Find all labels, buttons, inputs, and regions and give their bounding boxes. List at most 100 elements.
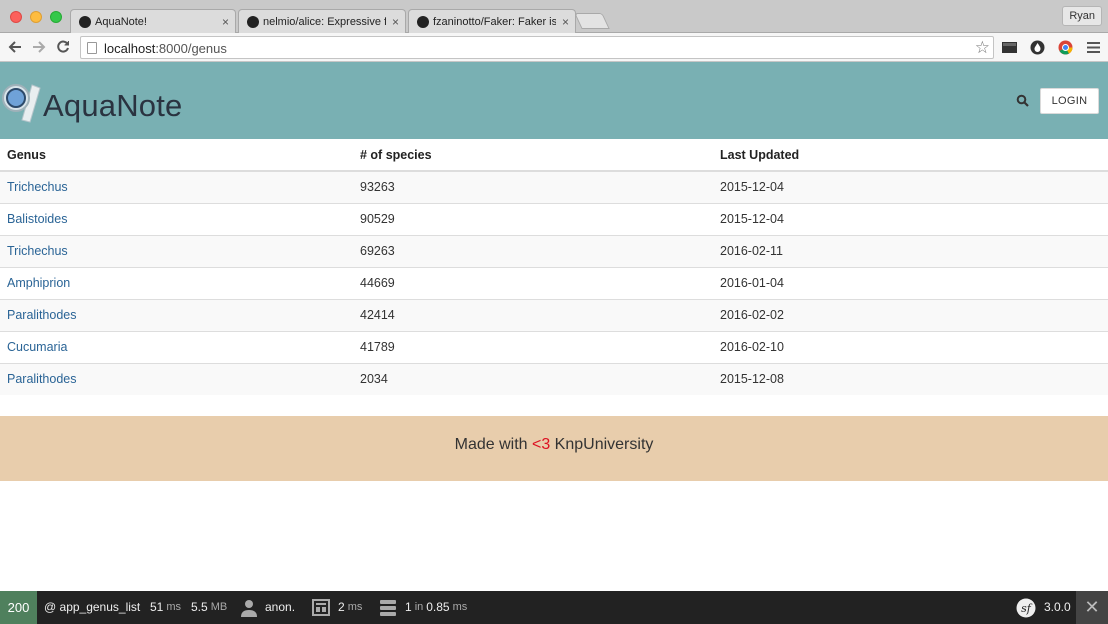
genus-link[interactable]: Trichechus <box>7 244 68 258</box>
symfony-version[interactable]: sf 3.0.0 <box>1016 591 1071 624</box>
twig-render[interactable]: 2 ms <box>312 591 362 624</box>
memory-value: 5.5 <box>191 600 208 614</box>
table-row: Paralithodes 42414 2016-02-02 <box>0 298 1108 331</box>
last-updated-cell: 2016-02-02 <box>713 298 1108 331</box>
status-code-badge[interactable]: 200 <box>0 591 37 624</box>
request-time[interactable]: 51 ms <box>150 591 181 624</box>
database-queries[interactable]: 1 in 0.85 ms <box>379 591 467 624</box>
template-icon <box>312 599 330 616</box>
symfony-debug-toolbar: 200 @ app_genus_list 51 ms 5.5 MB anon. 2m… <box>0 591 1108 624</box>
last-updated-cell: 2015-12-04 <box>713 202 1108 235</box>
genus-table: Genus # of species Last Updated Trichech… <box>0 139 1108 395</box>
genus-link[interactable]: Paralithodes <box>7 372 77 386</box>
column-header-updated: Last Updated <box>713 139 1108 172</box>
table-row: Trichechus 69263 2016-02-11 <box>0 234 1108 267</box>
security-user[interactable]: anon. <box>241 591 295 624</box>
species-count-cell: 41789 <box>353 330 713 363</box>
login-button[interactable]: LOGIN <box>1040 88 1099 114</box>
tab-genus-list[interactable]: AquaNote! × <box>70 9 236 34</box>
genus-cell: Paralithodes <box>0 362 353 395</box>
request-time-unit: ms <box>166 601 182 613</box>
species-count-cell: 69263 <box>353 234 713 267</box>
url-text: localhost:8000/genus <box>104 41 227 56</box>
db-query-count: 1 <box>405 600 412 614</box>
footer-heart: <3 <box>531 436 551 453</box>
reload-icon <box>57 40 69 53</box>
search-icon[interactable] <box>1016 94 1030 108</box>
request-time-value: 51 <box>150 600 164 614</box>
chrome-extension-icon[interactable] <box>1058 40 1073 55</box>
memory-usage[interactable]: 5.5 MB <box>191 591 227 624</box>
tab-title: fzaninotto/Faker: Faker is a <box>433 16 556 28</box>
profile-button[interactable]: Ryan <box>1062 6 1102 26</box>
genus-cell: Trichechus <box>0 170 353 203</box>
site-footer: Made with <3 KnpUniversity <box>0 416 1108 481</box>
last-updated-cell: 2016-01-04 <box>713 266 1108 299</box>
aquanote-logo-icon[interactable] <box>2 82 42 124</box>
db-in-label: in <box>414 601 424 613</box>
genus-link[interactable]: Amphiprion <box>7 276 70 290</box>
twig-time-unit: ms <box>347 601 363 613</box>
memory-unit: MB <box>210 601 228 613</box>
footer-prefix: Made with <box>454 436 532 453</box>
bookmark-star-icon[interactable]: ☆ <box>975 38 990 58</box>
genus-link[interactable]: Cucumaria <box>7 340 67 354</box>
window-minimize-button[interactable] <box>30 11 42 23</box>
genus-cell: Amphiprion <box>0 266 353 299</box>
address-bar[interactable]: localhost:8000/genus ☆ <box>80 36 994 59</box>
forward-arrow-icon <box>33 41 46 53</box>
species-count-cell: 90529 <box>353 202 713 235</box>
database-icon <box>380 599 396 616</box>
tab-close-icon[interactable]: × <box>222 15 229 29</box>
browser-tabstrip: AquaNote! × nelmio/alice: Expressive fix… <box>0 0 1108 34</box>
symfony-favicon-icon <box>79 16 91 28</box>
table-row: Amphiprion 44669 2016-01-04 <box>0 266 1108 299</box>
symfony-version-number: 3.0.0 <box>1044 600 1071 614</box>
last-updated-cell: 2016-02-10 <box>713 330 1108 363</box>
genus-cell: Paralithodes <box>0 298 353 331</box>
symfony-logo-icon: sf <box>1016 598 1036 617</box>
footer-suffix: KnpUniversity <box>550 436 654 453</box>
new-tab-button[interactable] <box>574 13 610 29</box>
github-icon <box>247 16 259 28</box>
brand-name[interactable]: AquaNote <box>43 88 182 124</box>
window-zoom-button[interactable] <box>50 11 62 23</box>
page-icon <box>87 42 97 54</box>
table-row: Paralithodes 2034 2015-12-08 <box>0 362 1108 395</box>
security-user-name: anon. <box>265 600 296 614</box>
back-button[interactable] <box>5 37 25 57</box>
species-count-cell: 2034 <box>353 362 713 395</box>
tab-faker[interactable]: fzaninotto/Faker: Faker is a × <box>408 9 576 34</box>
species-count-cell: 42414 <box>353 298 713 331</box>
reload-button[interactable] <box>53 37 73 57</box>
tab-alice[interactable]: nelmio/alice: Expressive fix × <box>238 9 406 34</box>
menu-icon[interactable] <box>1086 40 1101 55</box>
table-header-row: Genus # of species Last Updated <box>0 139 1108 172</box>
genus-cell: Cucumaria <box>0 330 353 363</box>
genus-link[interactable]: Paralithodes <box>7 308 77 322</box>
github-icon <box>417 16 429 28</box>
window-close-button[interactable] <box>10 11 22 23</box>
db-time-unit: ms <box>452 601 468 613</box>
forward-button[interactable] <box>29 37 49 57</box>
terminal-extension-icon[interactable] <box>1002 40 1017 55</box>
back-arrow-icon <box>8 41 21 53</box>
genus-link[interactable]: Trichechus <box>7 180 68 194</box>
twig-time-value: 2 <box>338 600 345 614</box>
toolbar-close-button[interactable]: ✕ <box>1076 591 1108 624</box>
fire-extension-icon[interactable] <box>1030 40 1045 55</box>
column-header-species: # of species <box>353 139 713 172</box>
tab-close-icon[interactable]: × <box>392 15 399 29</box>
column-header-genus: Genus <box>0 139 353 172</box>
genus-link[interactable]: Balistoides <box>7 212 67 226</box>
site-header: AquaNote LOGIN <box>0 62 1108 139</box>
tab-close-icon[interactable]: × <box>562 15 569 29</box>
db-time-value: 0.85 <box>426 600 450 614</box>
user-icon <box>241 599 257 617</box>
last-updated-cell: 2015-12-04 <box>713 170 1108 203</box>
table-row: Balistoides 90529 2015-12-04 <box>0 202 1108 235</box>
last-updated-cell: 2016-02-11 <box>713 234 1108 267</box>
url-host: localhost <box>104 41 156 56</box>
url-path: :8000/genus <box>155 41 227 56</box>
route-name[interactable]: @ app_genus_list <box>44 591 140 624</box>
